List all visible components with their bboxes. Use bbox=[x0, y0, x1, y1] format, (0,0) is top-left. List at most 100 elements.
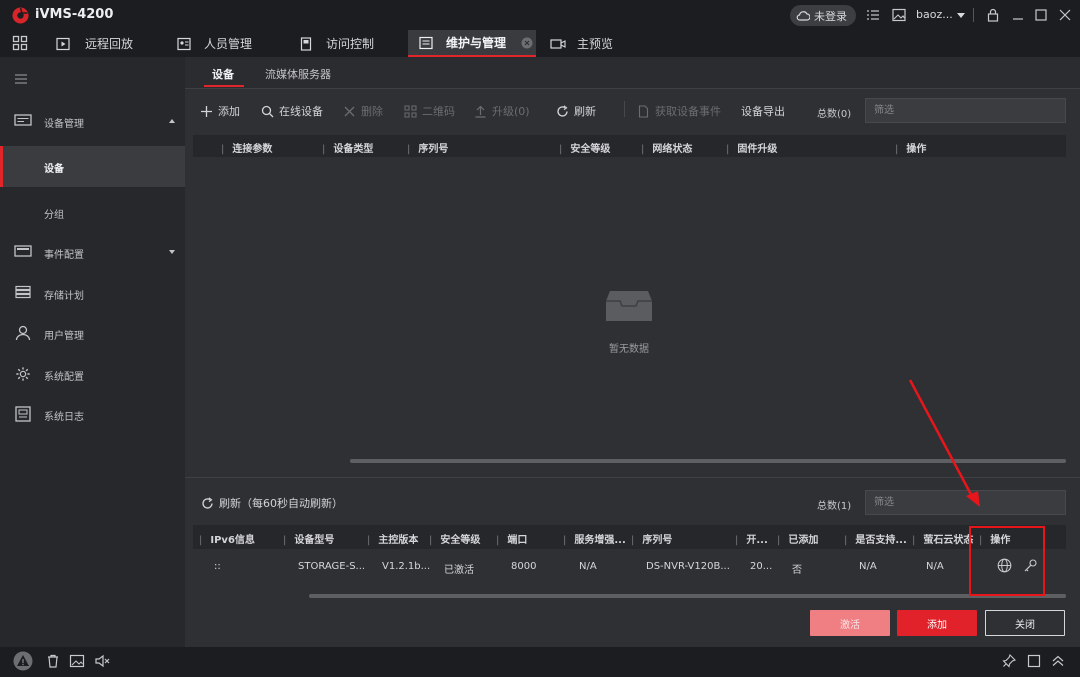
minimize-icon[interactable] bbox=[1011, 8, 1025, 22]
tab-label: 远程回放 bbox=[85, 37, 134, 51]
cell-added: 否 bbox=[792, 565, 802, 576]
add-button[interactable]: 添加 bbox=[897, 610, 977, 636]
column-header[interactable]: 安全等级 bbox=[559, 140, 610, 155]
tab-remote-playback[interactable]: 远程回放 bbox=[56, 30, 156, 57]
device-filter-input[interactable] bbox=[865, 98, 1066, 123]
alarm-warning-icon[interactable] bbox=[13, 651, 33, 671]
column-header[interactable]: 萤石云状态 bbox=[912, 531, 973, 546]
qrcode-label: 二维码 bbox=[422, 105, 455, 118]
upgrade-button[interactable]: 升级(0) bbox=[474, 103, 530, 119]
sidebar-collapse-icon[interactable] bbox=[14, 73, 28, 85]
app-title: iVMS-4200 bbox=[35, 7, 114, 22]
column-header[interactable]: 已添加 bbox=[777, 531, 818, 546]
column-header[interactable]: 服务增强... bbox=[563, 531, 625, 546]
sidebar-item-storage-plan[interactable]: 存储计划 bbox=[0, 273, 185, 313]
column-header[interactable]: IPv6信息 bbox=[199, 531, 255, 546]
online-label: 在线设备 bbox=[279, 105, 323, 118]
cell-ezviz: N/A bbox=[926, 561, 944, 572]
column-header[interactable]: 网络状态 bbox=[641, 140, 692, 155]
image-icon[interactable] bbox=[69, 653, 85, 669]
close-button[interactable]: 关闭 bbox=[985, 610, 1065, 636]
column-header[interactable]: 设备类型 bbox=[322, 140, 373, 155]
sidebar-item-label: 设备 bbox=[44, 164, 64, 175]
device-icon bbox=[14, 113, 32, 129]
refresh-button[interactable]: 刷新 bbox=[556, 103, 596, 119]
activate-button[interactable]: 激活 bbox=[810, 610, 890, 636]
active-subtab-indicator bbox=[204, 85, 244, 87]
cell-serial: DS-NVR-V120B... bbox=[646, 561, 730, 572]
get-device-events-button[interactable]: 获取设备事件 bbox=[637, 103, 721, 119]
close-icon[interactable] bbox=[1058, 8, 1072, 22]
column-header[interactable]: 开... bbox=[735, 531, 767, 546]
add-device-button[interactable]: 添加 bbox=[200, 103, 240, 119]
module-grid-icon[interactable] bbox=[12, 35, 28, 51]
cell-start: 20... bbox=[750, 561, 773, 572]
chevron-down-icon bbox=[169, 250, 175, 254]
tab-maintenance-management[interactable]: 维护与管理 bbox=[408, 30, 536, 57]
sidebar-item-user-management[interactable]: 用户管理 bbox=[0, 313, 185, 353]
column-header[interactable]: 安全等级 bbox=[429, 531, 480, 546]
column-header[interactable]: 连接参数 bbox=[221, 140, 272, 155]
sidebar-item-label: 事件配置 bbox=[44, 250, 84, 261]
app-logo-icon bbox=[12, 7, 29, 24]
document-icon bbox=[638, 104, 649, 118]
column-header[interactable]: 序列号 bbox=[407, 140, 448, 155]
list-menu-icon[interactable] bbox=[866, 8, 880, 22]
column-header[interactable]: 序列号 bbox=[631, 531, 672, 546]
upload-icon bbox=[475, 105, 486, 118]
sidebar-item-group[interactable]: 分组 bbox=[0, 192, 185, 232]
trash-icon[interactable] bbox=[45, 653, 61, 669]
column-header[interactable]: 主控版本 bbox=[367, 531, 418, 546]
sidebar-item-device-management[interactable]: 设备管理 bbox=[0, 101, 185, 141]
status-bar bbox=[0, 647, 1080, 677]
sidebar-item-label: 设备管理 bbox=[44, 119, 84, 130]
sidebar-item-system-log[interactable]: 系统日志 bbox=[0, 394, 185, 434]
column-header[interactable]: 是否支持... bbox=[844, 531, 906, 546]
log-icon bbox=[14, 406, 32, 422]
export-label: 设备导出 bbox=[741, 105, 785, 118]
sidebar-item-device[interactable]: 设备 bbox=[0, 146, 185, 187]
column-header[interactable]: 端口 bbox=[496, 531, 527, 546]
window-icon[interactable] bbox=[1026, 653, 1042, 669]
chevron-down-icon[interactable] bbox=[957, 13, 965, 18]
delete-button[interactable]: 删除 bbox=[343, 103, 383, 119]
playback-icon bbox=[56, 37, 70, 51]
user-name[interactable]: baoz... bbox=[916, 8, 953, 21]
online-refresh-button[interactable]: 刷新（每60秒自动刷新） bbox=[201, 495, 343, 511]
sidebar-item-label: 分组 bbox=[44, 210, 64, 221]
tab-person-management[interactable]: 人员管理 bbox=[177, 30, 277, 57]
cloud-icon bbox=[796, 10, 810, 22]
camera-icon bbox=[550, 37, 566, 51]
subtab-device[interactable]: 设备 bbox=[212, 66, 234, 82]
speaker-mute-icon[interactable] bbox=[94, 653, 110, 669]
tab-access-control[interactable]: 访问控制 bbox=[299, 30, 399, 57]
cell-version: V1.2.1b... bbox=[382, 561, 431, 572]
double-chevron-up-icon[interactable] bbox=[1050, 653, 1066, 669]
online-devices-button[interactable]: 在线设备 bbox=[261, 103, 323, 119]
person-card-icon bbox=[177, 37, 191, 51]
maximize-icon[interactable] bbox=[1034, 8, 1048, 22]
qrcode-icon bbox=[404, 105, 417, 117]
lock-icon[interactable] bbox=[986, 8, 1000, 22]
storage-icon bbox=[14, 285, 32, 301]
event-icon bbox=[14, 244, 32, 260]
login-status-button[interactable]: 未登录 bbox=[790, 5, 856, 26]
sidebar-item-system-config[interactable]: 系统配置 bbox=[0, 354, 185, 394]
subtab-streaming-server[interactable]: 流媒体服务器 bbox=[265, 66, 331, 82]
qrcode-button[interactable]: 二维码 bbox=[404, 103, 455, 119]
image-icon[interactable] bbox=[892, 8, 906, 22]
add-label: 添加 bbox=[218, 105, 240, 118]
empty-state-text: 暂无数据 bbox=[609, 344, 649, 355]
sidebar-item-event-config[interactable]: 事件配置 bbox=[0, 232, 185, 272]
plus-icon bbox=[201, 105, 212, 117]
online-table-hscrollbar[interactable] bbox=[309, 594, 1066, 598]
column-header[interactable]: 固件升级 bbox=[726, 140, 777, 155]
export-devices-button[interactable]: 设备导出 bbox=[741, 103, 785, 119]
title-divider bbox=[973, 8, 974, 22]
cell-enhance: N/A bbox=[579, 561, 597, 572]
tab-close-icon[interactable] bbox=[521, 37, 533, 49]
column-header[interactable]: 操作 bbox=[895, 140, 926, 155]
pin-icon[interactable] bbox=[1001, 653, 1017, 669]
column-header[interactable]: 设备型号 bbox=[283, 531, 334, 546]
tab-main-preview[interactable]: 主预览 bbox=[550, 30, 650, 57]
